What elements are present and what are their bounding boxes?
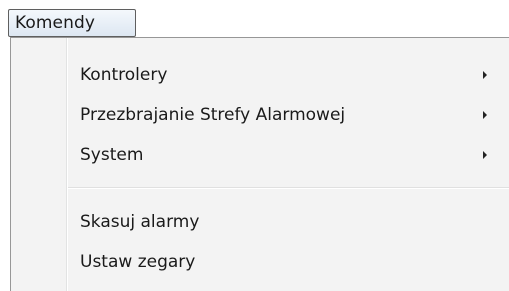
menu-item-skasuj-alarmy[interactable]: Skasuj alarmy — [11, 202, 509, 242]
menu-item-przezbrajanie-strefy-alarmowej[interactable]: Przezbrajanie Strefy Alarmowej — [11, 95, 509, 135]
chevron-right-icon — [483, 71, 487, 79]
menu-item-label: Przezbrajanie Strefy Alarmowej — [80, 105, 346, 125]
dropdown-menu: Kontrolery Przezbrajanie Strefy Alarmowe… — [10, 37, 509, 291]
menu-item-label: Skasuj alarmy — [80, 212, 200, 232]
menu-item-label: System — [80, 145, 144, 165]
menu-item-kontrolery[interactable]: Kontrolery — [11, 55, 509, 95]
chevron-right-icon — [483, 111, 487, 119]
screen: Komendy Kontrolery Przezbrajanie Strefy … — [0, 0, 509, 291]
chevron-right-icon — [483, 151, 487, 159]
menu-item-label: Ustaw zegary — [80, 252, 196, 272]
menu-item-label: Kontrolery — [80, 65, 168, 85]
menu-separator — [68, 187, 509, 189]
menu-item-ustaw-zegary[interactable]: Ustaw zegary — [11, 242, 509, 282]
menu-item-system[interactable]: System — [11, 135, 509, 175]
menu-komendy[interactable]: Komendy — [8, 9, 136, 37]
menu-komendy-label: Komendy — [15, 13, 96, 33]
